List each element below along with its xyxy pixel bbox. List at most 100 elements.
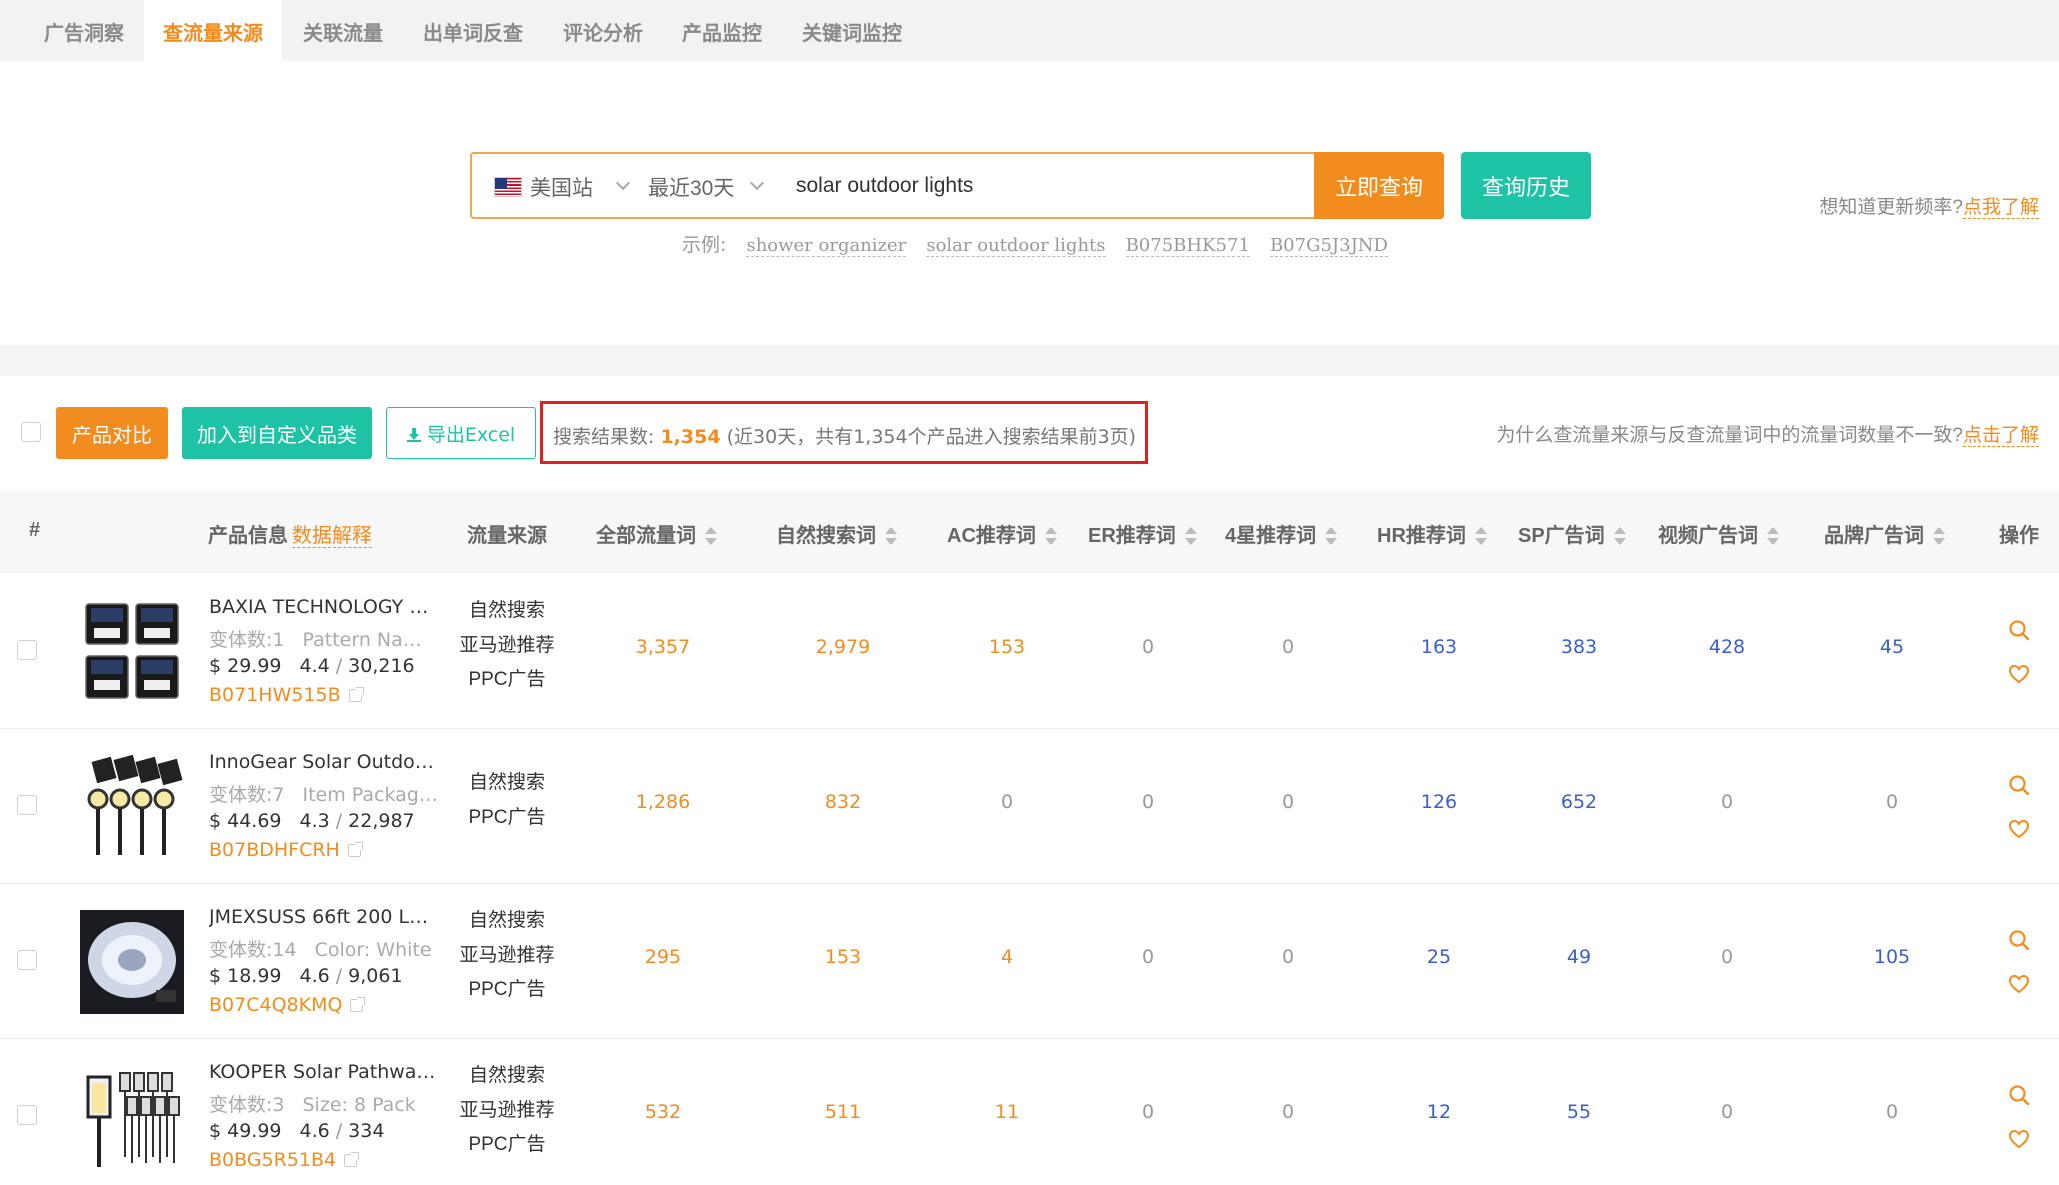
example-link[interactable]: B07G5J3JND bbox=[1269, 235, 1388, 257]
col-4star-keywords[interactable]: 4星推荐词 bbox=[1225, 519, 1338, 548]
col-brand-label: 品牌广告词 bbox=[1824, 525, 1924, 547]
row-checkbox[interactable] bbox=[17, 950, 37, 970]
heart-icon[interactable] bbox=[2008, 663, 2030, 685]
sort-icon[interactable] bbox=[704, 527, 717, 545]
search-icon[interactable] bbox=[2008, 619, 2030, 641]
col-sp-keywords[interactable]: SP广告词 bbox=[1518, 519, 1626, 548]
hr-keywords-value[interactable]: 12 bbox=[1379, 1101, 1499, 1123]
product-name[interactable]: JMEXSUSS 66ft 200 LED Solar String Light… bbox=[209, 906, 439, 928]
sort-icon[interactable] bbox=[1766, 527, 1779, 545]
organic-keywords-value[interactable]: 511 bbox=[783, 1101, 903, 1123]
ac-keywords-value[interactable]: 153 bbox=[947, 636, 1067, 658]
all-keywords-value[interactable]: 295 bbox=[603, 946, 723, 968]
product-image[interactable] bbox=[80, 600, 184, 704]
keyword-input[interactable] bbox=[796, 167, 1296, 205]
product-asin[interactable]: B0BG5R51B4 bbox=[209, 1149, 360, 1171]
tab-keyword-monitor[interactable]: 关键词监控 bbox=[802, 0, 902, 61]
asin-link[interactable]: B071HW515B bbox=[209, 684, 341, 706]
external-link-icon[interactable] bbox=[344, 1152, 360, 1167]
organic-keywords-value[interactable]: 153 bbox=[783, 946, 903, 968]
search-icon[interactable] bbox=[2008, 929, 2030, 951]
select-all-checkbox[interactable] bbox=[21, 422, 41, 442]
col-all-keywords[interactable]: 全部流量词 bbox=[596, 519, 717, 548]
site-select[interactable]: 美国站 bbox=[530, 172, 593, 202]
organic-keywords-value[interactable]: 2,979 bbox=[783, 636, 903, 658]
sort-icon[interactable] bbox=[1324, 527, 1338, 545]
sp-keywords-value[interactable]: 652 bbox=[1519, 791, 1639, 813]
table-row: JMEXSUSS 66ft 200 LED Solar String Light… bbox=[0, 884, 2059, 1039]
add-to-category-button[interactable]: 加入到自定义品类 bbox=[182, 407, 372, 459]
asin-link[interactable]: B07BDHFCRH bbox=[209, 839, 340, 861]
tab-product-monitor[interactable]: 产品监控 bbox=[682, 0, 762, 61]
sort-icon[interactable] bbox=[1474, 527, 1487, 545]
sp-keywords-value[interactable]: 383 bbox=[1519, 636, 1639, 658]
tab-order-keyword-lookup[interactable]: 出单词反查 bbox=[423, 0, 523, 61]
result-prefix: 搜索结果数: bbox=[553, 426, 655, 448]
product-compare-button[interactable]: 产品对比 bbox=[56, 407, 168, 459]
external-link-icon[interactable] bbox=[350, 997, 366, 1012]
hr-keywords-value[interactable]: 163 bbox=[1379, 636, 1499, 658]
all-keywords-value[interactable]: 3,357 bbox=[603, 636, 723, 658]
search-submit-button[interactable]: 立即查询 bbox=[1314, 152, 1444, 219]
date-range-select[interactable]: 最近30天 bbox=[648, 172, 734, 202]
export-excel-button[interactable]: 导出Excel bbox=[386, 407, 536, 459]
all-keywords-value[interactable]: 1,286 bbox=[603, 791, 723, 813]
sort-icon[interactable] bbox=[1932, 527, 1945, 545]
row-checkbox[interactable] bbox=[17, 640, 37, 660]
tab-ad-insight[interactable]: 广告洞察 bbox=[44, 0, 124, 61]
example-link[interactable]: B075BHK571 bbox=[1125, 235, 1250, 257]
search-icon[interactable] bbox=[2008, 774, 2030, 796]
product-image[interactable] bbox=[80, 1065, 184, 1169]
data-explain-link[interactable]: 数据解释 bbox=[292, 525, 372, 548]
hr-keywords-value[interactable]: 126 bbox=[1379, 791, 1499, 813]
heart-icon[interactable] bbox=[2008, 1128, 2030, 1150]
hr-keywords-value[interactable]: 25 bbox=[1379, 946, 1499, 968]
update-frequency-link[interactable]: 点我了解 bbox=[1962, 197, 2039, 219]
heart-icon[interactable] bbox=[2008, 818, 2030, 840]
product-image[interactable] bbox=[80, 755, 184, 859]
product-name[interactable]: KOOPER Solar Pathway Lights bbox=[209, 1061, 439, 1083]
all-keywords-value[interactable]: 532 bbox=[603, 1101, 723, 1123]
organic-keywords-value[interactable]: 832 bbox=[783, 791, 903, 813]
col-er-keywords[interactable]: ER推荐词 bbox=[1088, 519, 1197, 548]
sort-icon[interactable] bbox=[884, 527, 897, 545]
asin-link[interactable]: B0BG5R51B4 bbox=[209, 1149, 336, 1171]
tab-traffic-source[interactable]: 查流量来源 bbox=[144, 0, 282, 61]
search-icon[interactable] bbox=[2008, 1084, 2030, 1106]
product-asin[interactable]: B071HW515B bbox=[209, 684, 364, 706]
example-link[interactable]: shower organizer bbox=[746, 235, 907, 257]
external-link-icon[interactable] bbox=[347, 842, 363, 857]
asin-link[interactable]: B07C4Q8KMQ bbox=[209, 994, 342, 1016]
chevron-down-icon[interactable] bbox=[615, 175, 631, 191]
col-video-keywords[interactable]: 视频广告词 bbox=[1658, 519, 1779, 548]
external-link-icon[interactable] bbox=[348, 687, 364, 702]
sp-keywords-value[interactable]: 55 bbox=[1519, 1101, 1639, 1123]
brand-keywords-value[interactable]: 45 bbox=[1832, 636, 1952, 658]
row-checkbox[interactable] bbox=[17, 1105, 37, 1125]
brand-keywords-value[interactable]: 105 bbox=[1832, 946, 1952, 968]
tab-review-analysis[interactable]: 评论分析 bbox=[563, 0, 643, 61]
heart-icon[interactable] bbox=[2008, 973, 2030, 995]
video-keywords-value[interactable]: 428 bbox=[1667, 636, 1787, 658]
product-asin[interactable]: B07BDHFCRH bbox=[209, 839, 363, 861]
row-checkbox[interactable] bbox=[17, 795, 37, 815]
sort-icon[interactable] bbox=[1184, 527, 1197, 545]
tab-related-traffic[interactable]: 关联流量 bbox=[303, 0, 383, 61]
sp-keywords-value[interactable]: 49 bbox=[1519, 946, 1639, 968]
chevron-down-icon[interactable] bbox=[749, 175, 765, 191]
product-asin[interactable]: B07C4Q8KMQ bbox=[209, 994, 366, 1016]
sort-icon[interactable] bbox=[1613, 527, 1626, 545]
ac-keywords-value[interactable]: 11 bbox=[947, 1101, 1067, 1123]
col-ac-keywords[interactable]: AC推荐词 bbox=[947, 519, 1057, 548]
search-history-button[interactable]: 查询历史 bbox=[1461, 152, 1591, 219]
col-brand-keywords[interactable]: 品牌广告词 bbox=[1824, 519, 1945, 548]
ac-keywords-value[interactable]: 4 bbox=[947, 946, 1067, 968]
sort-icon[interactable] bbox=[1044, 527, 1057, 545]
col-hr-keywords[interactable]: HR推荐词 bbox=[1377, 519, 1487, 548]
product-name[interactable]: BAXIA TECHNOLOGY Solar Lights Outdoor bbox=[209, 596, 439, 618]
product-name[interactable]: InnoGear Solar Outdoor Lights bbox=[209, 751, 439, 773]
product-image[interactable] bbox=[80, 910, 184, 1014]
col-organic-keywords[interactable]: 自然搜索词 bbox=[776, 519, 897, 548]
why-difference-link[interactable]: 点击了解 bbox=[1962, 425, 2039, 447]
example-link[interactable]: solar outdoor lights bbox=[926, 235, 1106, 257]
